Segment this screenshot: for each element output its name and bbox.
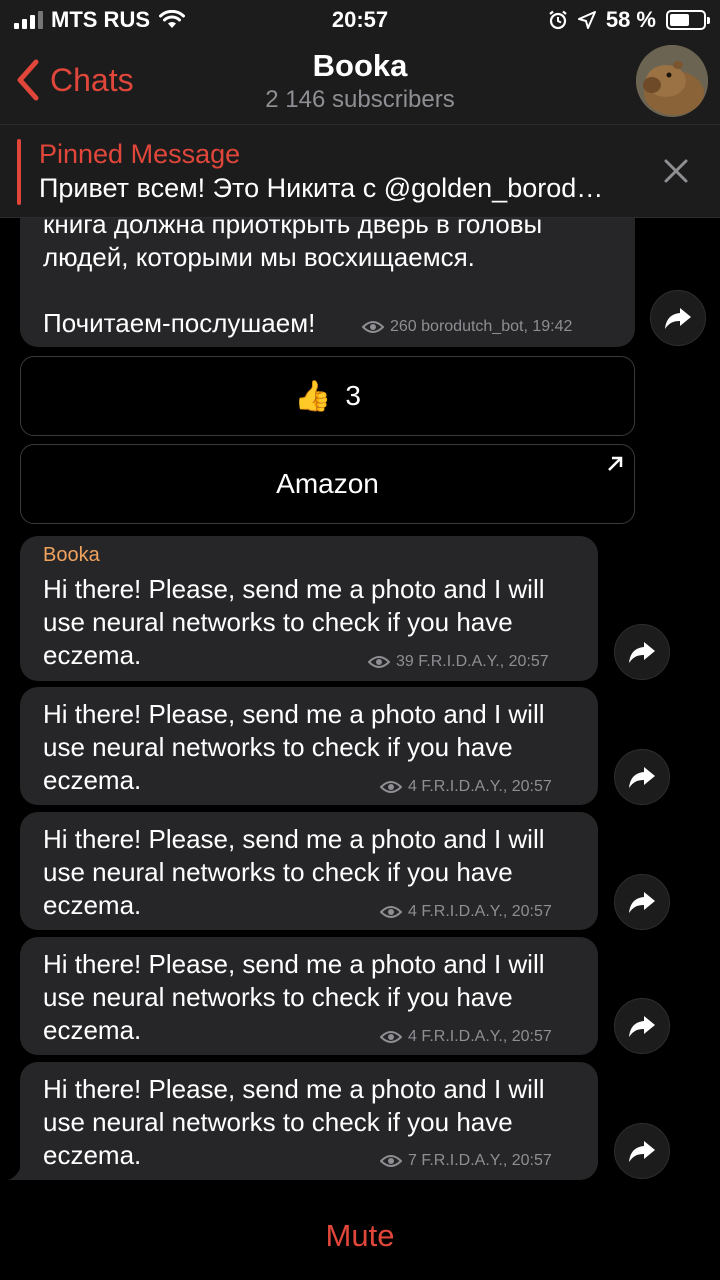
share-icon	[629, 1016, 655, 1037]
close-icon[interactable]	[662, 157, 690, 185]
meta-text: 39 F.R.I.D.A.Y., 20:57	[396, 653, 549, 670]
message-text-line: eczema.	[43, 890, 142, 920]
subscriber-count: 2 146 subscribers	[265, 86, 455, 113]
message-text-line: use neural networks to check if you have	[43, 1107, 513, 1137]
message-text-line: use neural networks to check if you have	[43, 857, 513, 887]
thumbs-up-icon: 👍	[294, 379, 332, 413]
message-text-line: use neural networks to check if you have	[43, 732, 513, 762]
battery-fill	[670, 14, 689, 26]
capybara-image	[636, 45, 708, 117]
message-meta: 39 F.R.I.D.A.Y., 20:57	[368, 653, 549, 671]
message-meta: 260 borodutch_bot, 19:42	[362, 318, 572, 336]
eye-icon	[368, 656, 390, 668]
message-meta: 4 F.R.I.D.A.Y., 20:57	[380, 1028, 552, 1046]
message-meta: 4 F.R.I.D.A.Y., 20:57	[380, 903, 552, 921]
external-link-icon	[608, 456, 623, 471]
share-button[interactable]	[614, 874, 670, 930]
amazon-link-button[interactable]: Amazon	[20, 444, 635, 524]
share-icon	[665, 308, 691, 329]
message-text-line: Hi there! Please, send me a photo and I …	[43, 699, 545, 729]
meta-text: 260 borodutch_bot, 19:42	[390, 318, 573, 335]
message-text-line: Hi there! Please, send me a photo and I …	[43, 574, 545, 604]
message-meta: 4 F.R.I.D.A.Y., 20:57	[380, 778, 552, 796]
status-right: 58 %	[548, 7, 710, 33]
message-text-line: Почитаем-послушаем!	[43, 308, 316, 338]
meta-text: 4 F.R.I.D.A.Y., 20:57	[408, 903, 552, 920]
share-button[interactable]	[614, 624, 670, 680]
message-text-line: eczema.	[43, 765, 142, 795]
meta-text: 4 F.R.I.D.A.Y., 20:57	[408, 1028, 552, 1045]
chat-area[interactable]: книга должна приоткрыть дверь в головы л…	[0, 218, 720, 1194]
share-button[interactable]	[650, 290, 706, 346]
message-text-line: Hi there! Please, send me a photo and I …	[43, 824, 545, 854]
message-text-line: eczema.	[43, 1140, 142, 1170]
share-icon	[629, 767, 655, 788]
eye-icon	[380, 1031, 402, 1043]
eye-icon	[362, 321, 384, 333]
reaction-button[interactable]: 👍 3	[20, 356, 635, 436]
pinned-message-bar[interactable]: Pinned Message Привет всем! Это Никита с…	[0, 124, 720, 218]
pinned-text: Привет всем! Это Никита с @golden_borod…	[39, 173, 604, 203]
pinned-title: Pinned Message	[39, 139, 241, 169]
message-text-line: eczema.	[43, 640, 142, 670]
amazon-link-label: Amazon	[276, 468, 379, 499]
eye-icon	[380, 1155, 402, 1167]
share-button[interactable]	[614, 749, 670, 805]
message-text-line: Hi there! Please, send me a photo and I …	[43, 949, 545, 979]
meta-text: 7 F.R.I.D.A.Y., 20:57	[408, 1152, 552, 1169]
message-meta: 7 F.R.I.D.A.Y., 20:57	[380, 1152, 552, 1170]
message-text-line: книга должна приоткрыть дверь в головы	[43, 218, 543, 239]
pinned-indicator	[17, 139, 21, 205]
meta-text: 4 F.R.I.D.A.Y., 20:57	[408, 778, 552, 795]
message-text-line: eczema.	[43, 1015, 142, 1045]
channel-avatar[interactable]	[636, 45, 708, 117]
message-text-line: людей, которыми мы восхищаемся.	[43, 242, 475, 272]
share-button[interactable]	[614, 998, 670, 1054]
message-text-line: Hi there! Please, send me a photo and I …	[43, 1074, 545, 1104]
message-text-line: use neural networks to check if you have	[43, 982, 513, 1012]
alarm-icon	[549, 10, 567, 30]
bubble-tail	[8, 1160, 28, 1180]
channel-title[interactable]: Booka	[0, 48, 720, 84]
location-icon	[577, 11, 596, 29]
status-bar: MTS RUS 20:57 58 %	[0, 0, 720, 40]
sender-name: Booka	[43, 544, 100, 566]
mute-button[interactable]: Mute	[0, 1218, 720, 1254]
share-button[interactable]	[614, 1123, 670, 1179]
share-icon	[629, 892, 655, 913]
message-text-line: use neural networks to check if you have	[43, 607, 513, 637]
bottom-bar: Mute	[0, 1194, 720, 1280]
reaction-count: 3	[345, 380, 361, 411]
eye-icon	[380, 906, 402, 918]
eye-icon	[380, 781, 402, 793]
nav-bar: Chats Booka 2 146 subscribers	[0, 40, 720, 124]
battery-percent: 58 %	[605, 7, 656, 32]
battery-icon	[666, 10, 710, 30]
share-icon	[629, 642, 655, 663]
share-icon	[629, 1141, 655, 1162]
